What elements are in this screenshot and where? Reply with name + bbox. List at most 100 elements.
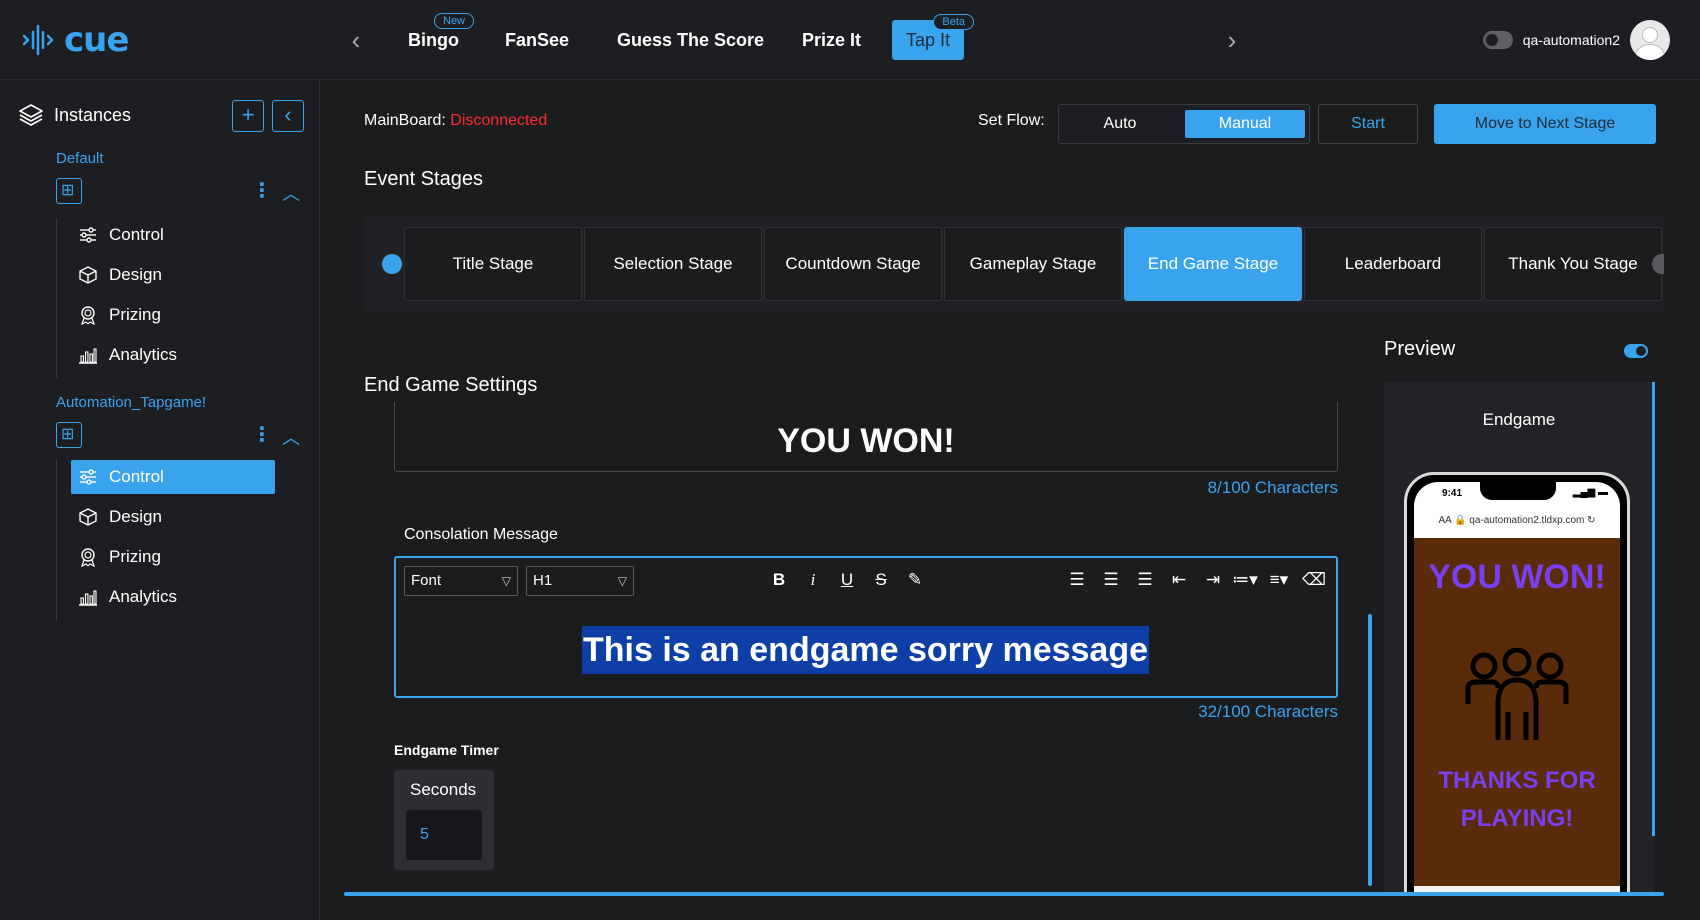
chevron-up-icon[interactable]: ︿ — [282, 180, 300, 206]
move-to-next-stage-button[interactable]: Move to Next Stage — [1434, 104, 1656, 144]
consolation-message-char-count: 32/100 Characters — [1198, 702, 1338, 721]
stage-leaderboard[interactable]: Leaderboard — [1304, 227, 1482, 301]
consolation-message-label: Consolation Message — [404, 526, 558, 543]
align-left-icon[interactable]: ☰ — [1066, 570, 1088, 590]
italic-icon[interactable]: i — [802, 570, 824, 590]
sidebar-item-prizing[interactable]: Prizing — [71, 298, 275, 332]
highlighter-icon[interactable]: ✎ — [904, 570, 926, 590]
align-center-icon[interactable]: ☰ — [1100, 570, 1122, 590]
cue-logo[interactable]: cue — [22, 18, 129, 62]
nav-item-prize-it[interactable]: Prize It — [802, 26, 861, 54]
timer-seconds-input[interactable]: 5 — [406, 810, 482, 860]
phone-screen: 9:41 ▂▄▆ ▬ AA 🔒 qa-automation2.tldxp.com… — [1414, 482, 1620, 892]
instances-header: Instances — [18, 102, 131, 128]
sidebar-item-prizing[interactable]: Prizing — [71, 540, 275, 574]
user-menu[interactable]: qa-automation2 — [1482, 20, 1670, 60]
stage-carousel: Title Stage Selection Stage Countdown St… — [364, 216, 1664, 312]
add-instance-button[interactable]: + — [232, 100, 264, 132]
phone-time: 9:41 — [1442, 488, 1463, 499]
consolation-message-editor[interactable]: Font ▽ H1 ▽ B i U S ✎ ☰ ☰ ☰ ⇤ ⇥ ≔▾ ≡▾ ⌫ … — [394, 556, 1338, 698]
group-label-automation-tapgame[interactable]: Automation_Tapgame! — [56, 394, 206, 411]
chevron-down-icon: ▽ — [617, 574, 627, 588]
award-icon — [77, 304, 99, 326]
stage-thank-you[interactable]: Thank You Stage — [1484, 227, 1662, 301]
underline-icon[interactable]: U — [836, 570, 858, 590]
bar-chart-icon — [77, 586, 99, 608]
nav-item-label: Prize It — [802, 30, 862, 50]
preview-footer: THANKS FOR PLAYING! — [1414, 762, 1620, 838]
align-right-icon[interactable]: ☰ — [1134, 570, 1156, 590]
sidebar-item-design[interactable]: Design — [71, 258, 275, 292]
nav-next-icon[interactable]: › — [1220, 24, 1244, 56]
top-bar: cue ‹ Bingo New FanSee Guess The Score P… — [0, 0, 1700, 80]
sidebar-item-label: Design — [109, 265, 162, 284]
sidebar-item-analytics[interactable]: Analytics — [71, 338, 275, 372]
flow-auto-option[interactable]: Auto — [1061, 110, 1179, 138]
nav-item-tap-it[interactable]: Tap It Beta — [892, 14, 975, 60]
nav-item-guess-the-score[interactable]: Guess The Score — [617, 26, 764, 54]
group-default-menu: Control Design Prizing Analytics — [56, 218, 276, 378]
sidebar: Instances + ‹ Default ⋮ ︿ Control Design… — [0, 80, 320, 920]
stage-countdown[interactable]: Countdown Stage — [764, 227, 942, 301]
bullet-list-icon[interactable]: ≡▾ — [1264, 570, 1294, 590]
preview-screen-label: Endgame — [1482, 410, 1556, 429]
reload-icon: ↻ — [1587, 515, 1596, 526]
sidebar-item-control[interactable]: Control — [71, 460, 275, 494]
eraser-icon[interactable]: ⌫ — [1302, 570, 1326, 590]
heading-select[interactable]: H1 ▽ — [526, 566, 634, 596]
avatar[interactable] — [1630, 20, 1670, 60]
outdent-icon[interactable]: ⇤ — [1168, 570, 1190, 590]
signal-battery-icon: ▂▄▆ ▬ — [1572, 487, 1608, 498]
event-stages-title: Event Stages — [364, 168, 483, 190]
horizontal-scrollbar[interactable] — [344, 892, 1664, 896]
stage-selection[interactable]: Selection Stage — [584, 227, 762, 301]
sidebar-item-label: Prizing — [109, 305, 161, 324]
timer-unit-label: Seconds — [410, 780, 477, 799]
design-icon — [77, 506, 99, 528]
start-button[interactable]: Start — [1318, 104, 1418, 144]
phone-notch — [1480, 482, 1556, 500]
indent-icon[interactable]: ⇥ — [1202, 570, 1224, 590]
logo-text: cue — [64, 20, 129, 60]
nav-prev-icon[interactable]: ‹ — [344, 24, 368, 56]
phone-browser-toolbar: ‹ › ⇧ ▭ ⧉ — [1414, 886, 1620, 892]
strikethrough-icon[interactable]: S — [870, 570, 892, 590]
collapse-sidebar-button[interactable]: ‹ — [272, 100, 304, 132]
preview-footer-line2: PLAYING! — [1460, 805, 1574, 832]
preview-scrollbar[interactable] — [1652, 382, 1655, 836]
sidebar-item-label: Analytics — [109, 345, 178, 364]
stage-gameplay[interactable]: Gameplay Stage — [944, 227, 1122, 301]
qr-code-icon[interactable] — [56, 422, 82, 448]
heading-select-value: H1 — [533, 572, 553, 589]
stage-end-game[interactable]: End Game Stage — [1124, 227, 1302, 301]
settings-scrollbar[interactable] — [1368, 614, 1372, 886]
endgame-timer: Seconds 5 — [394, 770, 494, 870]
flow-manual-option[interactable]: Manual — [1185, 110, 1305, 138]
set-flow-label: Set Flow: — [978, 112, 1045, 129]
bold-icon[interactable]: B — [768, 570, 790, 590]
stage-title[interactable]: Title Stage — [404, 227, 582, 301]
theme-toggle-icon[interactable] — [1482, 31, 1513, 49]
ordered-list-icon[interactable]: ≔▾ — [1230, 570, 1260, 590]
qr-code-icon[interactable] — [56, 178, 82, 204]
sidebar-item-control[interactable]: Control — [71, 218, 275, 252]
sidebar-item-label: Control — [109, 225, 164, 244]
end-game-settings-panel: YOU WON! 8/100 Characters Consolation Me… — [364, 402, 1374, 890]
nav-item-bingo[interactable]: Bingo New — [408, 13, 475, 54]
win-message-field[interactable]: YOU WON! — [394, 402, 1338, 472]
consolation-message-text[interactable]: This is an endgame sorry message — [582, 626, 1150, 674]
sidebar-item-design[interactable]: Design — [71, 500, 275, 534]
sliders-icon — [77, 224, 99, 246]
sidebar-item-label: Analytics — [109, 587, 178, 606]
font-select[interactable]: Font ▽ — [404, 566, 518, 596]
more-options-icon[interactable]: ⋮ — [252, 178, 272, 203]
nav-item-fansee[interactable]: FanSee — [505, 26, 569, 54]
bar-chart-icon — [77, 344, 99, 366]
mainboard-status: MainBoard: Disconnected — [364, 112, 547, 130]
preview-toggle[interactable] — [1624, 344, 1648, 358]
chevron-up-icon[interactable]: ︿ — [282, 424, 300, 450]
text-size-icon: AA — [1438, 515, 1452, 526]
group-label-default[interactable]: Default — [56, 150, 104, 167]
more-options-icon[interactable]: ⋮ — [252, 422, 272, 447]
sidebar-item-analytics[interactable]: Analytics — [71, 580, 275, 614]
